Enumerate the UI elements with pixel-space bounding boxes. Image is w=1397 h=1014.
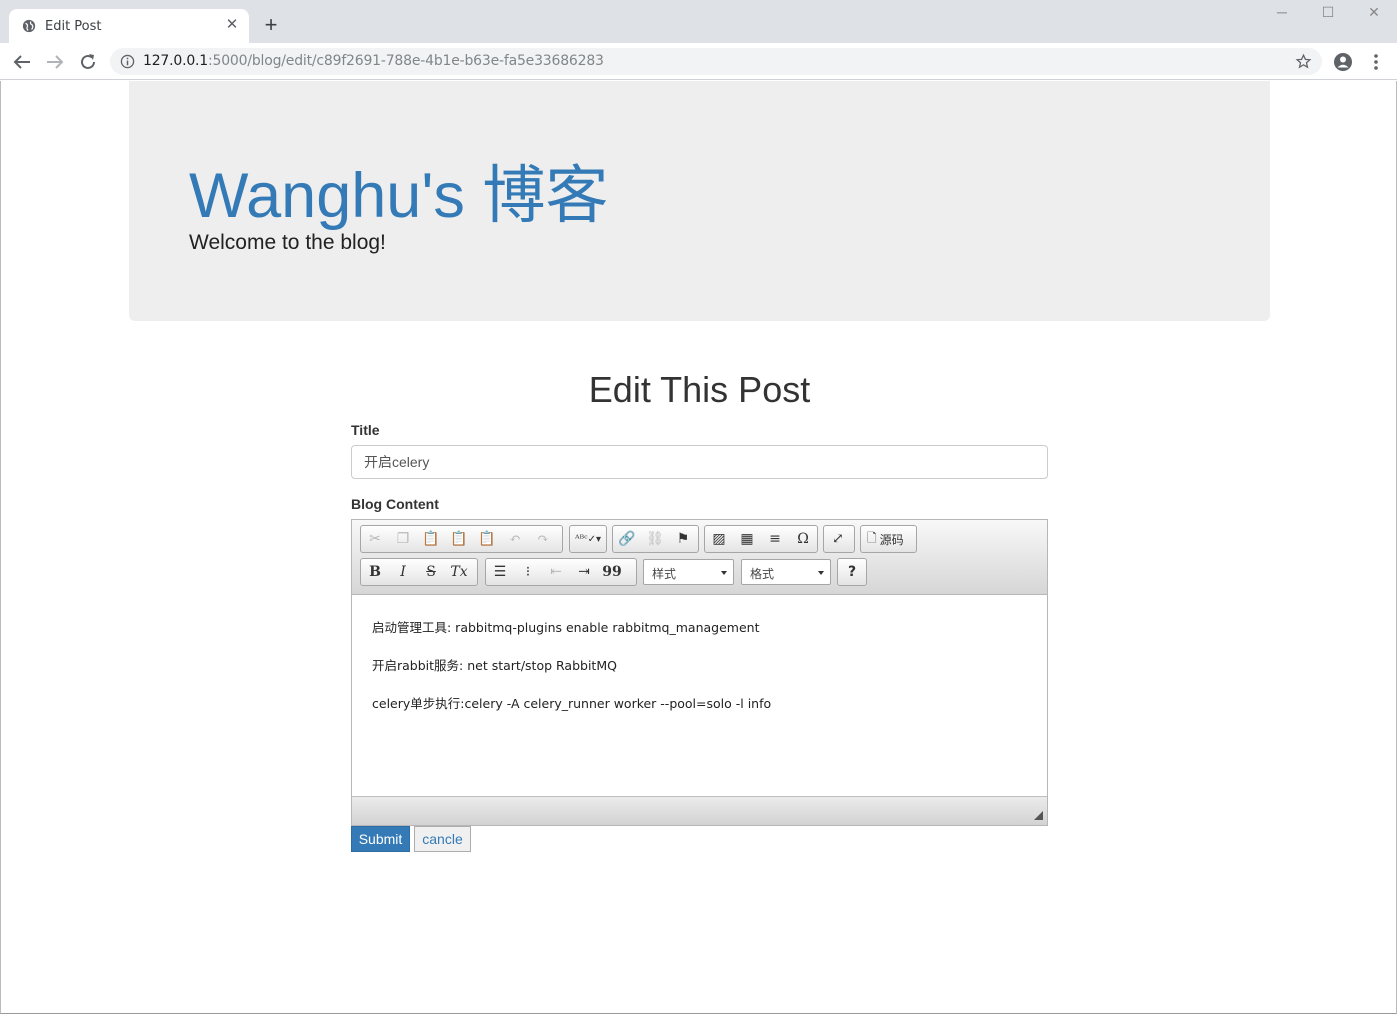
tab-title: Edit Post	[45, 19, 102, 34]
rich-text-editor: ✂ ❐ 📋 📋 📋 ↶ ↷ ᴬᴮᶜ✓▾ 🔗 ⛓ ⚑ ▨ ▦ ≡ Ω ⤢ 🗋 源码…	[351, 519, 1048, 826]
insert-group: ▨ ▦ ≡ Ω	[704, 525, 818, 553]
table-icon[interactable]: ▦	[733, 526, 761, 552]
link-icon[interactable]: 🔗	[613, 526, 641, 552]
minimize-icon[interactable]: ─	[1267, 4, 1297, 26]
anchor-flag-icon[interactable]: ⚑	[669, 526, 697, 552]
page-title: Edit This Post	[588, 369, 811, 410]
chevron-down-icon	[818, 571, 824, 575]
editor-statusbar	[352, 796, 1047, 825]
chevron-down-icon	[721, 571, 727, 575]
resize-grip-icon[interactable]	[1034, 811, 1043, 820]
submit-button[interactable]: Submit	[351, 826, 410, 852]
format-dropdown-label: 格式	[750, 567, 775, 581]
jumbotron: Wanghu's 博客 Welcome to the blog!	[129, 81, 1270, 321]
title-label: Title	[351, 422, 380, 438]
source-file-icon: 🗋	[867, 530, 877, 545]
unlink-icon[interactable]: ⛓	[641, 526, 669, 552]
new-tab-icon[interactable]: +	[259, 14, 283, 38]
maximize-group: ⤢	[823, 525, 855, 553]
address-bar[interactable]: 127.0.0.1:5000/blog/edit/c89f2691-788e-4…	[110, 48, 1322, 75]
title-input[interactable]	[351, 445, 1048, 479]
basic-style-group: B I S Tx	[360, 558, 478, 586]
clipboard-group: ✂ ❐ 📋 📋 📋 ↶ ↷	[360, 525, 563, 553]
spellcheck-group: ᴬᴮᶜ✓▾	[569, 525, 607, 553]
help-icon[interactable]: ?	[838, 559, 866, 585]
outdent-icon[interactable]: ⇤	[542, 559, 570, 585]
paragraph-group: ☰ ⁝ ⇤ ⇥ 99	[485, 558, 637, 586]
globe-icon	[22, 19, 36, 33]
styles-dropdown[interactable]: 样式	[643, 559, 734, 585]
browser-tabstrip: Edit Post ✕ + ─ ☐ ✕	[0, 0, 1397, 43]
profile-icon[interactable]	[1333, 52, 1353, 72]
numbered-list-icon[interactable]: ☰	[486, 559, 514, 585]
redo-icon[interactable]: ↷	[529, 526, 557, 552]
maximize-editor-icon[interactable]: ⤢	[824, 526, 852, 552]
blockquote-icon[interactable]: 99	[598, 559, 626, 585]
special-char-icon[interactable]: Ω	[789, 526, 817, 552]
remove-format-icon[interactable]: Tx	[445, 559, 473, 585]
url-text: 127.0.0.1:5000/blog/edit/c89f2691-788e-4…	[143, 53, 604, 69]
spellcheck-icon[interactable]: ᴬᴮᶜ✓▾	[570, 526, 606, 552]
strikethrough-icon[interactable]: S	[417, 559, 445, 585]
forward-arrow-icon[interactable]	[43, 50, 67, 74]
close-window-icon[interactable]: ✕	[1359, 4, 1389, 26]
url-path: :5000/blog/edit/c89f2691-788e-4b1e-b63e-…	[208, 53, 604, 69]
paste-text-icon[interactable]: 📋	[445, 526, 473, 552]
paste-word-icon[interactable]: 📋	[473, 526, 501, 552]
cancel-button[interactable]: cancle	[414, 826, 471, 852]
browser-tab[interactable]: Edit Post ✕	[9, 9, 249, 43]
link-group: 🔗 ⛓ ⚑	[612, 525, 699, 553]
bold-icon[interactable]: B	[361, 559, 389, 585]
image-icon[interactable]: ▨	[705, 526, 733, 552]
bookmark-star-icon[interactable]	[1295, 53, 1312, 70]
back-arrow-icon[interactable]	[10, 50, 34, 74]
cut-icon[interactable]: ✂	[361, 526, 389, 552]
paste-icon[interactable]: 📋	[417, 526, 445, 552]
source-group: 🗋 源码	[860, 525, 917, 553]
site-title[interactable]: Wanghu's 博客	[189, 145, 608, 236]
page-viewport: Wanghu's 博客 Welcome to the blog! Edit Th…	[0, 81, 1397, 1014]
close-tab-icon[interactable]: ✕	[223, 16, 241, 34]
content-paragraph: 启动管理工具: rabbitmq-plugins enable rabbitmq…	[372, 620, 760, 635]
horizontal-rule-icon[interactable]: ≡	[761, 526, 789, 552]
content-paragraph: 开启rabbit服务: net start/stop RabbitMQ	[372, 658, 617, 673]
editor-toolbar: ✂ ❐ 📋 📋 📋 ↶ ↷ ᴬᴮᶜ✓▾ 🔗 ⛓ ⚑ ▨ ▦ ≡ Ω ⤢ 🗋 源码…	[352, 520, 1047, 595]
help-group: ?	[837, 558, 867, 586]
site-subtitle: Welcome to the blog!	[189, 231, 386, 254]
reload-icon[interactable]	[76, 50, 100, 74]
editor-content-area[interactable]: 启动管理工具: rabbitmq-plugins enable rabbitmq…	[352, 595, 1047, 796]
maximize-icon[interactable]: ☐	[1313, 4, 1343, 26]
bulleted-list-icon[interactable]: ⁝	[514, 559, 542, 585]
undo-icon[interactable]: ↶	[501, 526, 529, 552]
content-label: Blog Content	[351, 496, 439, 512]
indent-icon[interactable]: ⇥	[570, 559, 598, 585]
url-host: 127.0.0.1	[143, 53, 208, 69]
source-label: 源码	[879, 532, 904, 547]
info-icon[interactable]	[120, 54, 135, 69]
italic-icon[interactable]: I	[389, 559, 417, 585]
browser-toolbar: 127.0.0.1:5000/blog/edit/c89f2691-788e-4…	[0, 43, 1397, 80]
kebab-menu-icon[interactable]	[1368, 52, 1384, 72]
format-dropdown[interactable]: 格式	[741, 559, 831, 585]
copy-icon[interactable]: ❐	[389, 526, 417, 552]
styles-dropdown-label: 样式	[652, 567, 677, 581]
content-paragraph: celery单步执行:celery -A celery_runner worke…	[372, 696, 772, 711]
source-button[interactable]: 🗋 源码	[861, 526, 910, 552]
